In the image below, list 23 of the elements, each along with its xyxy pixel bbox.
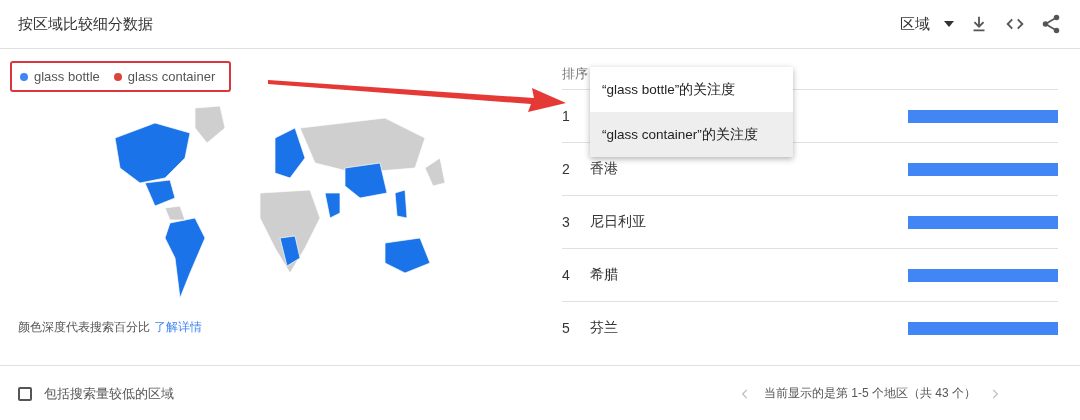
- learn-more-link[interactable]: 了解详情: [154, 320, 202, 334]
- legend-label: glass container: [127, 69, 216, 84]
- legend-label: glass bottle: [34, 69, 100, 84]
- menu-item[interactable]: “glass container”的关注度: [590, 112, 793, 157]
- region-dropdown[interactable]: 区域: [900, 14, 954, 34]
- region-name: 希腊: [590, 266, 618, 282]
- panel-title: 按区域比较细分数据: [18, 14, 154, 34]
- rank-number: 1: [562, 108, 571, 124]
- region-name: 芬兰: [590, 319, 618, 335]
- rank-number: 4: [562, 267, 571, 283]
- checkbox[interactable]: [18, 386, 32, 401]
- caret-icon: [944, 21, 954, 27]
- checkbox-label: 包括搜索量较低的区域: [44, 384, 175, 403]
- menu-item[interactable]: “glass bottle”的关注度: [590, 67, 793, 112]
- map-note: 颜色深度代表搜索百分比: [18, 320, 150, 334]
- pagination-text: 当前显示的是第 1-5 个地区（共 43 个）: [763, 385, 976, 402]
- column-header: 排序: [562, 65, 588, 83]
- region-name: 香港: [590, 160, 618, 176]
- rank-number: 5: [562, 320, 571, 336]
- share-icon[interactable]: [1040, 13, 1062, 35]
- region-name: 尼日利亚: [590, 213, 646, 229]
- rank-number: 2: [562, 161, 571, 177]
- rank-number: 3: [562, 214, 571, 230]
